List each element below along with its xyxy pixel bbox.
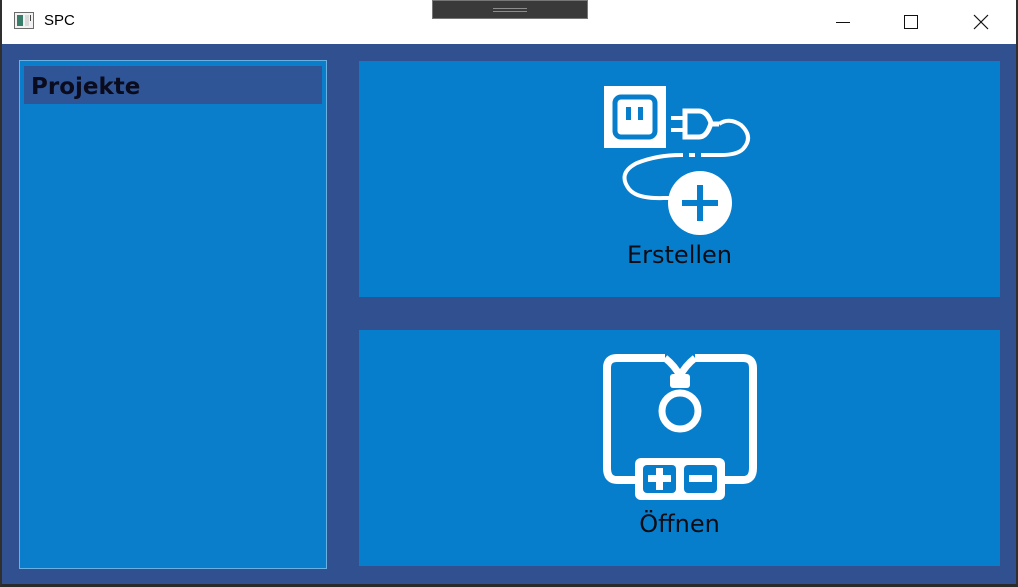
open-label: Öffnen [639, 510, 720, 538]
create-project-tile[interactable]: Erstellen [359, 61, 1000, 297]
app-icon [14, 12, 34, 29]
window-title: SPC [44, 12, 75, 29]
circuit-board-open-icon [603, 354, 757, 500]
close-icon [973, 14, 989, 30]
app-window: SPC Projekte Erstellen Öffnen [0, 0, 1018, 587]
maximize-icon [904, 15, 918, 29]
open-project-tile[interactable]: Öffnen [359, 330, 1000, 566]
plug-add-icon [604, 86, 750, 235]
close-button[interactable] [958, 0, 1004, 44]
projects-panel[interactable]: Projekte [19, 60, 327, 569]
projects-title: Projekte [31, 74, 141, 100]
minimize-button[interactable] [820, 0, 866, 44]
window-drag-handle[interactable] [432, 0, 588, 19]
title-bar[interactable]: SPC [2, 0, 1016, 44]
minimize-icon [836, 22, 850, 23]
maximize-button[interactable] [888, 0, 934, 44]
projects-header: Projekte [24, 66, 322, 104]
create-label: Erstellen [626, 241, 733, 269]
